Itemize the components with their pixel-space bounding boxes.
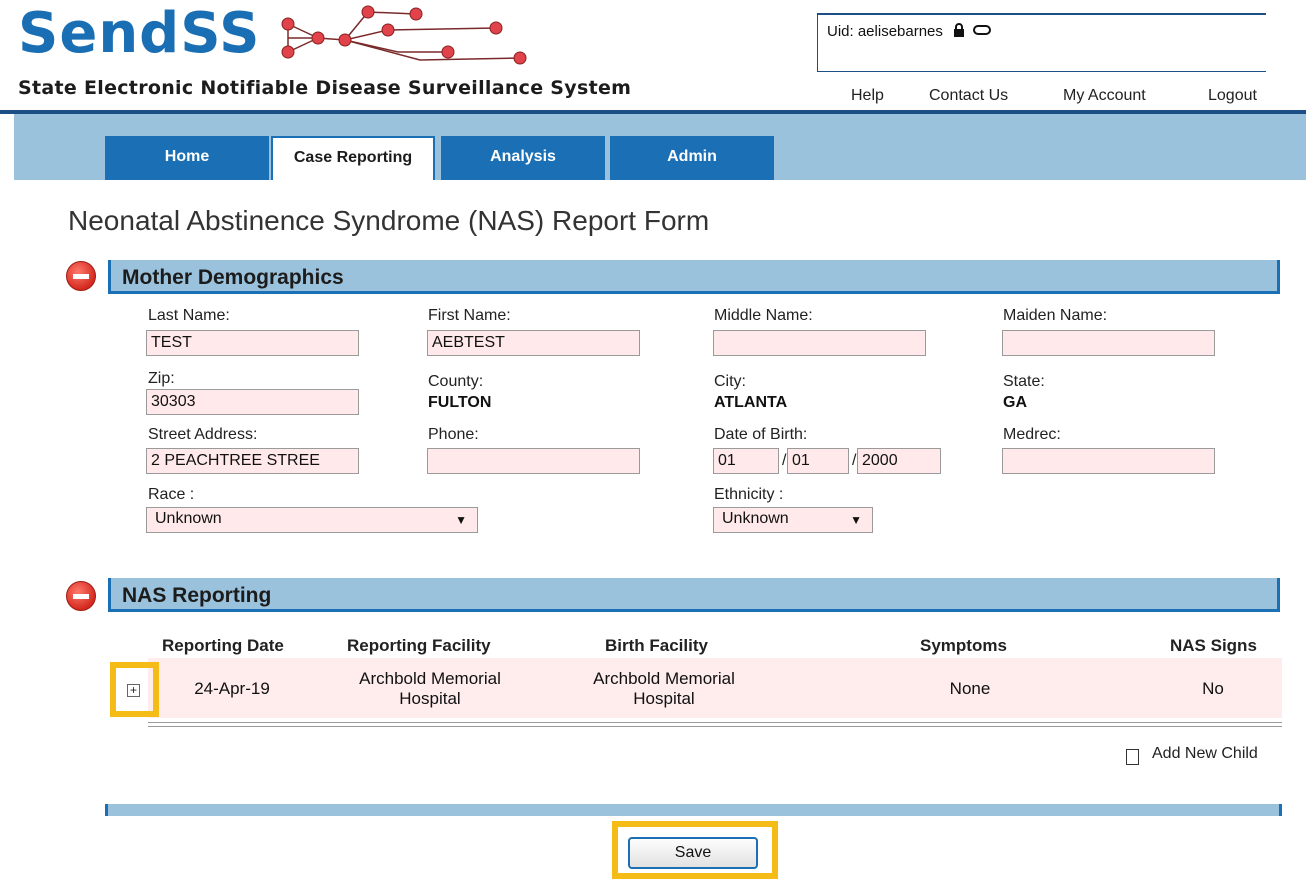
cell-reporting-facility-line1: Archbold Memorial xyxy=(359,669,501,688)
race-value: Unknown xyxy=(155,510,222,527)
tab-analysis[interactable]: Analysis xyxy=(441,136,605,180)
col-nas-signs: NAS Signs xyxy=(1170,636,1257,655)
cell-symptoms: None xyxy=(949,679,991,698)
phone-field[interactable] xyxy=(427,448,640,474)
medrec-field[interactable] xyxy=(1002,448,1215,474)
logout-link[interactable]: Logout xyxy=(1208,87,1257,105)
mother-section-title: Mother Demographics xyxy=(122,266,344,289)
street-address-label: Street Address: xyxy=(148,426,258,443)
ethnicity-select[interactable]: Unknown ▼ xyxy=(713,507,873,533)
table-divider xyxy=(148,722,1282,723)
cell-birth-facility-line2: Hospital xyxy=(633,689,695,708)
nas-section-header xyxy=(108,578,1280,612)
state-value: GA xyxy=(1003,394,1027,411)
middle-name-field[interactable] xyxy=(713,330,926,356)
state-label: State: xyxy=(1003,373,1045,390)
zip-field[interactable] xyxy=(146,389,359,415)
first-name-label: First Name: xyxy=(428,307,511,324)
dob-year-field[interactable] xyxy=(857,448,941,474)
ethnicity-value: Unknown xyxy=(722,510,789,527)
maiden-name-label: Maiden Name: xyxy=(1003,307,1108,324)
dropdown-arrow-icon: ▼ xyxy=(850,513,862,527)
dob-day-field[interactable] xyxy=(787,448,849,474)
dob-separator: / xyxy=(782,452,787,469)
user-info-box xyxy=(817,13,1266,72)
ethnicity-label: Ethnicity : xyxy=(714,486,784,503)
document-icon[interactable] xyxy=(1126,749,1139,765)
logo-network-icon xyxy=(281,5,527,65)
dob-separator: / xyxy=(852,452,857,469)
race-select[interactable]: Unknown ▼ xyxy=(146,507,478,533)
help-link[interactable]: Help xyxy=(851,87,884,105)
contact-us-link[interactable]: Contact Us xyxy=(929,87,1008,105)
tab-admin[interactable]: Admin xyxy=(610,136,774,180)
user-id-label: Uid: aelisebarnes xyxy=(827,23,943,40)
last-name-field[interactable] xyxy=(146,330,359,356)
cell-nas-signs: No xyxy=(1202,679,1224,698)
county-label: County: xyxy=(428,373,484,390)
nas-section-title: NAS Reporting xyxy=(122,584,272,607)
dropdown-arrow-icon: ▼ xyxy=(455,513,467,527)
middle-name-label: Middle Name: xyxy=(714,307,813,324)
dob-label: Date of Birth: xyxy=(714,426,808,443)
dob-month-field[interactable] xyxy=(713,448,779,474)
street-address-field[interactable] xyxy=(146,448,359,474)
table-divider xyxy=(148,726,1282,727)
phone-label: Phone: xyxy=(428,426,479,443)
tab-home[interactable]: Home xyxy=(105,136,269,180)
add-new-child-link[interactable]: Add New Child xyxy=(1152,745,1258,763)
lock-icon xyxy=(954,23,965,37)
save-button[interactable]: Save xyxy=(628,837,758,869)
user-id: Uid: aelisebarnes xyxy=(827,23,992,40)
col-reporting-facility: Reporting Facility xyxy=(347,636,491,655)
medrec-label: Medrec: xyxy=(1003,426,1061,443)
cell-reporting-date: 24-Apr-19 xyxy=(194,679,270,698)
cell-birth-facility-line1: Archbold Memorial xyxy=(593,669,735,688)
col-reporting-date: Reporting Date xyxy=(162,636,284,655)
expand-icon[interactable]: + xyxy=(127,684,140,697)
first-name-field[interactable] xyxy=(427,330,640,356)
col-birth-facility: Birth Facility xyxy=(605,636,708,655)
logo-subtitle: State Electronic Notifiable Disease Surv… xyxy=(18,77,632,99)
tab-case-reporting[interactable]: Case Reporting xyxy=(271,136,435,180)
city-value: ATLANTA xyxy=(714,394,788,411)
city-label: City: xyxy=(714,373,746,390)
my-account-link[interactable]: My Account xyxy=(1063,87,1146,105)
collapse-mother-icon[interactable] xyxy=(66,261,96,291)
race-label: Race : xyxy=(148,486,195,503)
county-value: FULTON xyxy=(428,394,492,411)
cell-reporting-facility-line2: Hospital xyxy=(399,689,461,708)
zip-label: Zip: xyxy=(148,370,175,387)
page-title: Neonatal Abstinence Syndrome (NAS) Repor… xyxy=(68,205,710,236)
refresh-icon[interactable] xyxy=(973,23,992,37)
last-name-label: Last Name: xyxy=(148,307,230,324)
maiden-name-field[interactable] xyxy=(1002,330,1215,356)
logo-text: SendSS xyxy=(18,1,261,66)
footer-bar xyxy=(105,804,1282,816)
collapse-nas-icon[interactable] xyxy=(66,581,96,611)
col-symptoms: Symptoms xyxy=(920,636,1007,655)
